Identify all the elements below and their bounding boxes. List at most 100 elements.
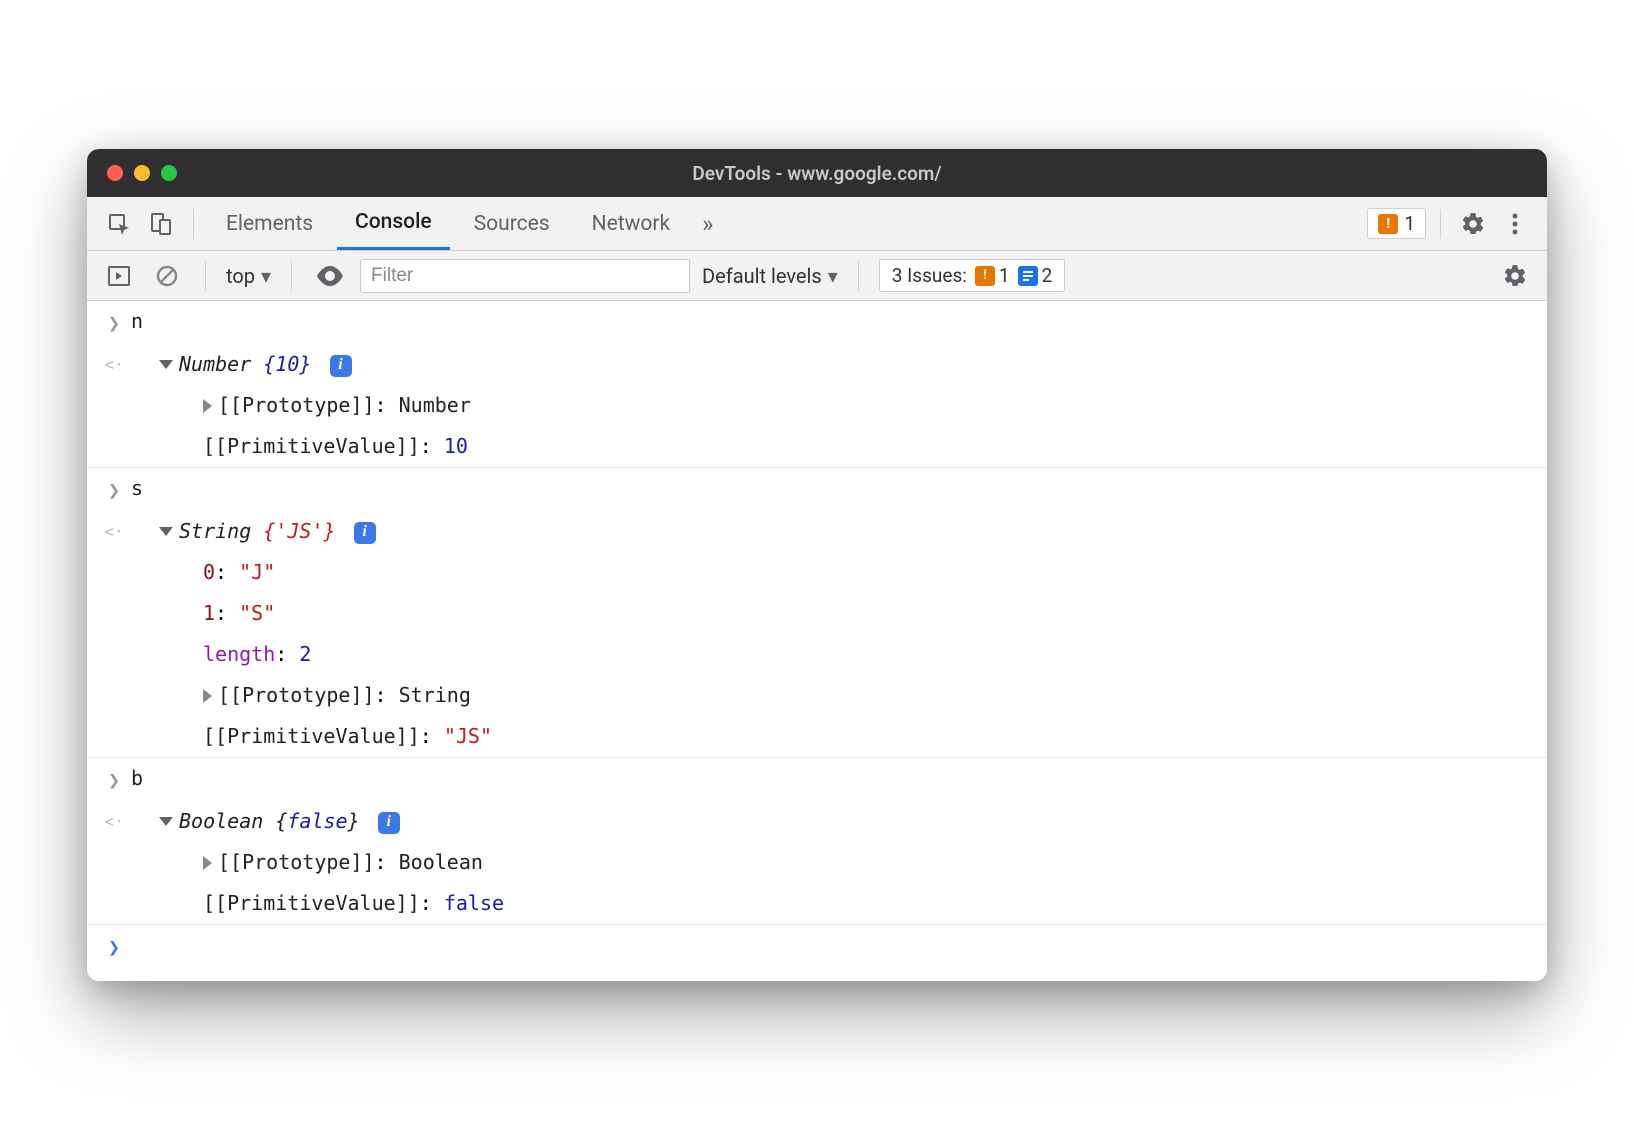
property: [[PrimitiveValue]]: 10 bbox=[131, 431, 1533, 462]
object-preview: {'JS'} bbox=[263, 519, 335, 543]
clear-console-icon[interactable] bbox=[149, 258, 185, 294]
input-expression: n bbox=[131, 306, 1533, 337]
property[interactable]: [[Prototype]]: Boolean bbox=[131, 847, 1533, 878]
object-property-row: [[Prototype]]: String bbox=[87, 675, 1547, 716]
colon: : bbox=[375, 393, 399, 417]
traffic-lights bbox=[87, 165, 177, 181]
tab-sources[interactable]: Sources bbox=[456, 197, 568, 250]
eye-icon[interactable] bbox=[312, 258, 348, 294]
titlebar: DevTools - www.google.com/ bbox=[87, 149, 1547, 197]
colon: : bbox=[420, 724, 444, 748]
settings-button[interactable] bbox=[1455, 206, 1491, 242]
property: [[PrimitiveValue]]: "JS" bbox=[131, 721, 1533, 752]
input-arrow-icon: ❯ bbox=[97, 306, 131, 339]
console-input-row: ❯ n bbox=[87, 301, 1547, 344]
info-icon[interactable]: i bbox=[378, 812, 400, 834]
zoom-window-button[interactable] bbox=[161, 165, 177, 181]
expand-toggle-icon[interactable] bbox=[159, 527, 173, 536]
context-selector[interactable]: top ▾ bbox=[226, 264, 271, 288]
kebab-menu-button[interactable] bbox=[1497, 206, 1533, 242]
property-value: 2 bbox=[299, 642, 311, 666]
property-key: 0 bbox=[203, 560, 215, 584]
issues-box[interactable]: 3 Issues: ! 1 2 bbox=[879, 259, 1066, 292]
input-arrow-icon: ❯ bbox=[97, 473, 131, 506]
object-property-row: length: 2 bbox=[87, 634, 1547, 675]
filter-input[interactable] bbox=[360, 259, 690, 293]
divider bbox=[205, 261, 206, 291]
property-value: false bbox=[444, 891, 504, 915]
console-settings-button[interactable] bbox=[1497, 258, 1533, 294]
main-toolbar: Elements Console Sources Network » ! 1 bbox=[87, 197, 1547, 251]
property-key: [[PrimitiveValue]] bbox=[203, 434, 420, 458]
colon: : bbox=[420, 434, 444, 458]
property-value: "S" bbox=[239, 601, 275, 625]
output-arrow-icon: <· bbox=[97, 349, 131, 378]
info-icon bbox=[1018, 266, 1038, 286]
object-property-row: [[PrimitiveValue]]: "JS" bbox=[87, 716, 1547, 758]
issues-label: 3 Issues: bbox=[892, 264, 967, 287]
object-preview: {10} bbox=[263, 352, 311, 376]
issue-info-chip: 2 bbox=[1018, 264, 1053, 287]
brace-close: } bbox=[348, 809, 360, 833]
property-key: 1 bbox=[203, 601, 215, 625]
object-preview: false bbox=[287, 809, 347, 833]
property-value: "J" bbox=[239, 560, 275, 584]
property-value: 10 bbox=[444, 434, 468, 458]
inspect-element-icon[interactable] bbox=[101, 206, 137, 242]
tab-elements[interactable]: Elements bbox=[208, 197, 331, 250]
divider bbox=[1440, 209, 1441, 239]
expand-toggle-icon[interactable] bbox=[203, 399, 212, 413]
issue-info-count: 2 bbox=[1042, 264, 1053, 287]
warnings-badge[interactable]: ! 1 bbox=[1367, 208, 1426, 239]
console-output: ❯ n <· Number {10} i [[Prototype]]: Numb… bbox=[87, 301, 1547, 981]
caret-down-icon: ▾ bbox=[828, 264, 838, 288]
property-key: [[Prototype]] bbox=[218, 393, 375, 417]
console-output-row: <· Number {10} i bbox=[87, 344, 1547, 385]
property-key: [[PrimitiveValue]] bbox=[203, 891, 420, 915]
warnings-count: 1 bbox=[1404, 212, 1415, 235]
property[interactable]: [[Prototype]]: Number bbox=[131, 390, 1533, 421]
expand-toggle-icon[interactable] bbox=[159, 360, 173, 369]
property-key: [[Prototype]] bbox=[218, 683, 375, 707]
tab-network[interactable]: Network bbox=[574, 197, 689, 250]
object-summary[interactable]: String {'JS'} i bbox=[131, 516, 1533, 547]
context-label: top bbox=[226, 264, 255, 288]
console-output-row: <· Boolean {false} i bbox=[87, 801, 1547, 842]
colon: : bbox=[215, 601, 239, 625]
console-toolbar: top ▾ Default levels ▾ 3 Issues: ! 1 2 bbox=[87, 251, 1547, 301]
toggle-sidebar-icon[interactable] bbox=[101, 258, 137, 294]
console-input-row: ❯ b bbox=[87, 758, 1547, 801]
object-property-row: [[Prototype]]: Boolean bbox=[87, 842, 1547, 883]
colon: : bbox=[420, 891, 444, 915]
log-levels-selector[interactable]: Default levels ▾ bbox=[702, 264, 838, 288]
object-summary[interactable]: Number {10} i bbox=[131, 349, 1533, 380]
device-toggle-icon[interactable] bbox=[143, 206, 179, 242]
input-expression: b bbox=[131, 763, 1533, 794]
object-type: Boolean bbox=[179, 809, 263, 833]
property-value: Boolean bbox=[399, 850, 483, 874]
input-arrow-icon: ❯ bbox=[97, 763, 131, 796]
warning-icon: ! bbox=[1378, 214, 1398, 234]
levels-label: Default levels bbox=[702, 264, 822, 288]
tab-console[interactable]: Console bbox=[337, 197, 450, 250]
property[interactable]: [[Prototype]]: String bbox=[131, 680, 1533, 711]
console-output-row: <· String {'JS'} i bbox=[87, 511, 1547, 552]
console-prompt[interactable]: ❯ bbox=[87, 925, 1547, 981]
issue-warn-count: 1 bbox=[999, 264, 1010, 287]
property-key: [[Prototype]] bbox=[218, 850, 375, 874]
object-property-row: [[PrimitiveValue]]: false bbox=[87, 883, 1547, 925]
object-property-row: 1: "S" bbox=[87, 593, 1547, 634]
minimize-window-button[interactable] bbox=[134, 165, 150, 181]
more-tabs-button[interactable]: » bbox=[694, 197, 721, 250]
property-value: "JS" bbox=[444, 724, 492, 748]
object-property-row: 0: "J" bbox=[87, 552, 1547, 593]
info-icon[interactable]: i bbox=[330, 355, 352, 377]
expand-toggle-icon[interactable] bbox=[203, 689, 212, 703]
expand-toggle-icon[interactable] bbox=[159, 817, 173, 826]
expand-toggle-icon[interactable] bbox=[203, 856, 212, 870]
issue-warn-chip: ! 1 bbox=[975, 264, 1010, 287]
info-icon[interactable]: i bbox=[354, 522, 376, 544]
close-window-button[interactable] bbox=[107, 165, 123, 181]
caret-down-icon: ▾ bbox=[261, 264, 271, 288]
object-summary[interactable]: Boolean {false} i bbox=[131, 806, 1533, 837]
